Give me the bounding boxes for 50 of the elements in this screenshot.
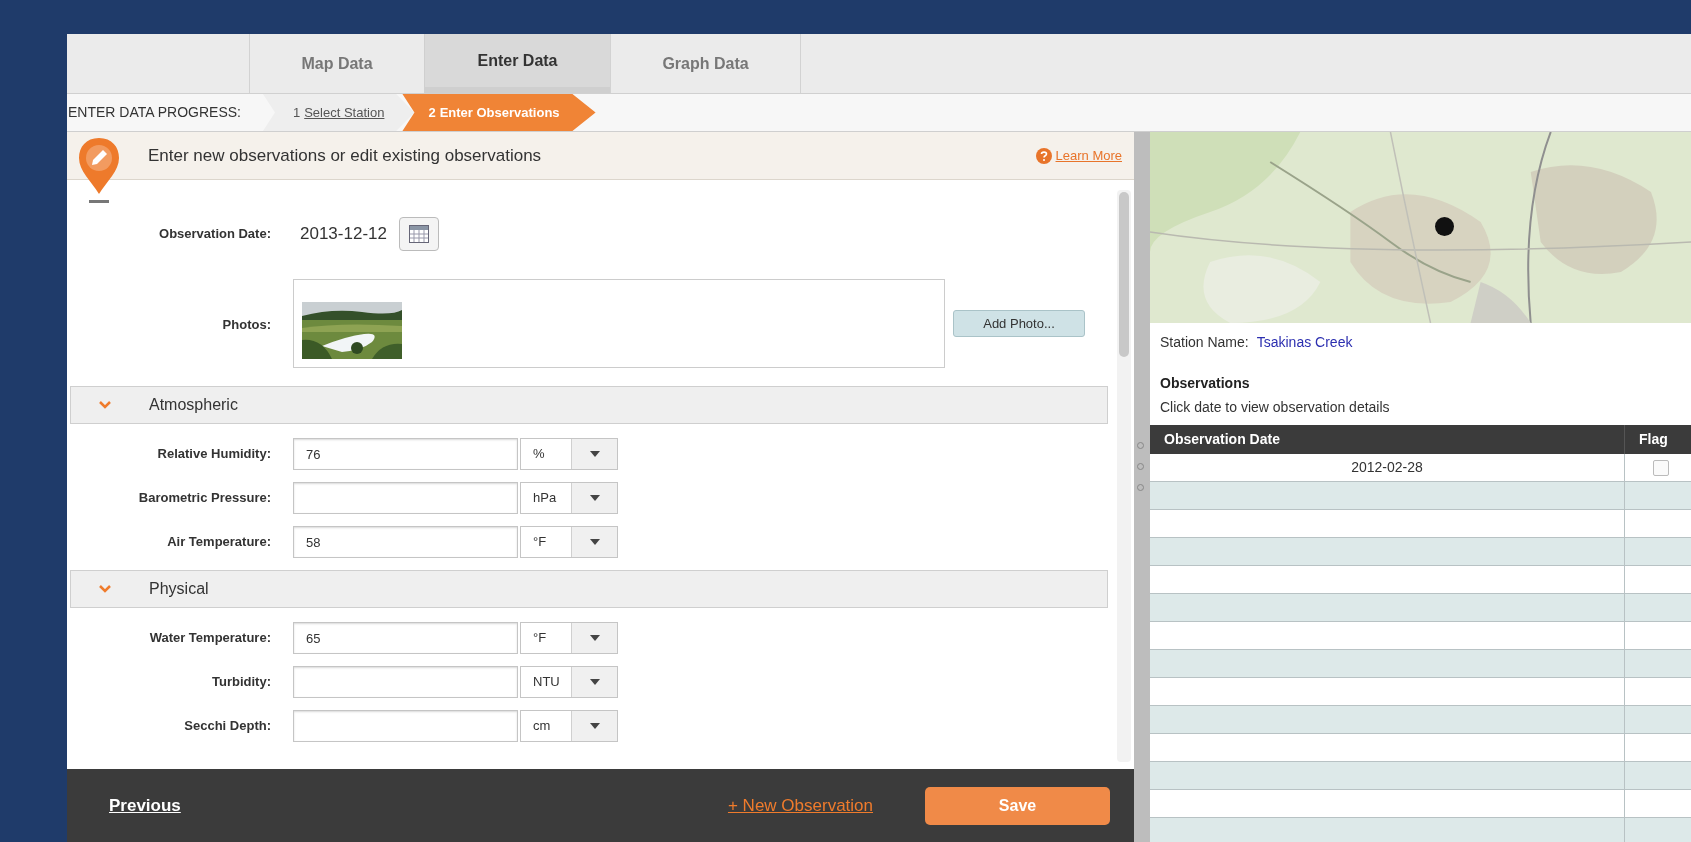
section-header[interactable]: Physical (70, 570, 1108, 608)
input-field[interactable]: 65 (293, 622, 518, 654)
calendar-icon (408, 225, 429, 243)
unit-dropdown[interactable]: hPa (520, 482, 618, 514)
input-field[interactable] (293, 482, 518, 514)
calendar-button[interactable] (398, 217, 439, 251)
caret-icon (571, 527, 617, 557)
input-field[interactable]: 76 (293, 438, 518, 470)
new-observation-link[interactable]: + New Observation (727, 792, 873, 819)
unit-dropdown[interactable]: % (520, 438, 618, 470)
input-field[interactable] (293, 666, 518, 698)
caret-icon (571, 667, 617, 697)
field-label: Secchi Depth: (184, 717, 271, 736)
add-photo-button[interactable]: Add Photo... (953, 310, 1085, 337)
field-label: Relative Humidity: (157, 445, 271, 464)
progress-step[interactable]: 1 Select Station (262, 94, 415, 131)
date-value: 2013-12-12 (300, 223, 387, 246)
splitter-handle[interactable] (1134, 132, 1150, 842)
progress-label: ENTER DATA PROGRESS: (67, 103, 242, 122)
unit-dropdown[interactable]: °F (520, 526, 618, 558)
caret-icon (571, 483, 617, 513)
previous-link[interactable]: Previous (109, 792, 181, 819)
field-label: Water Temperature: (149, 629, 271, 648)
unit-dropdown[interactable]: NTU (520, 666, 618, 698)
field-label: Barometric Pressure: (138, 489, 271, 508)
observations-hint: Click date to view observation details (1159, 398, 1391, 417)
column-header: Flag (1638, 430, 1669, 449)
field-label: Photos: (222, 315, 271, 334)
input-field[interactable] (293, 710, 518, 742)
caret-icon (571, 623, 617, 653)
pencil-pin-icon (77, 136, 121, 204)
field-label: Air Temperature: (167, 533, 271, 552)
form-title: Enter new observations or edit existing observations (148, 144, 542, 167)
station-label: Station Name: (1160, 333, 1249, 352)
flag-checkbox[interactable] (1653, 459, 1669, 476)
date-link[interactable]: 2012-02-28 (1150, 454, 1625, 481)
section-header[interactable]: Atmospheric (70, 386, 1108, 424)
help-icon (1035, 147, 1052, 164)
tab[interactable]: Graph Data (610, 34, 801, 93)
input-field[interactable]: 58 (293, 526, 518, 558)
caret-icon (571, 711, 617, 741)
station-link[interactable]: Tsakinas Creek (1256, 332, 1353, 353)
caret-icon (571, 439, 617, 469)
unit-dropdown[interactable]: °F (520, 622, 618, 654)
field-label: Turbidity: (212, 673, 271, 692)
unit-dropdown[interactable]: cm (520, 710, 618, 742)
scrollbar-thumb[interactable] (1119, 192, 1129, 357)
tab[interactable]: Enter Data (424, 34, 610, 93)
observations-title: Observations (1159, 374, 1251, 393)
field-label: Observation Date: (159, 225, 271, 244)
